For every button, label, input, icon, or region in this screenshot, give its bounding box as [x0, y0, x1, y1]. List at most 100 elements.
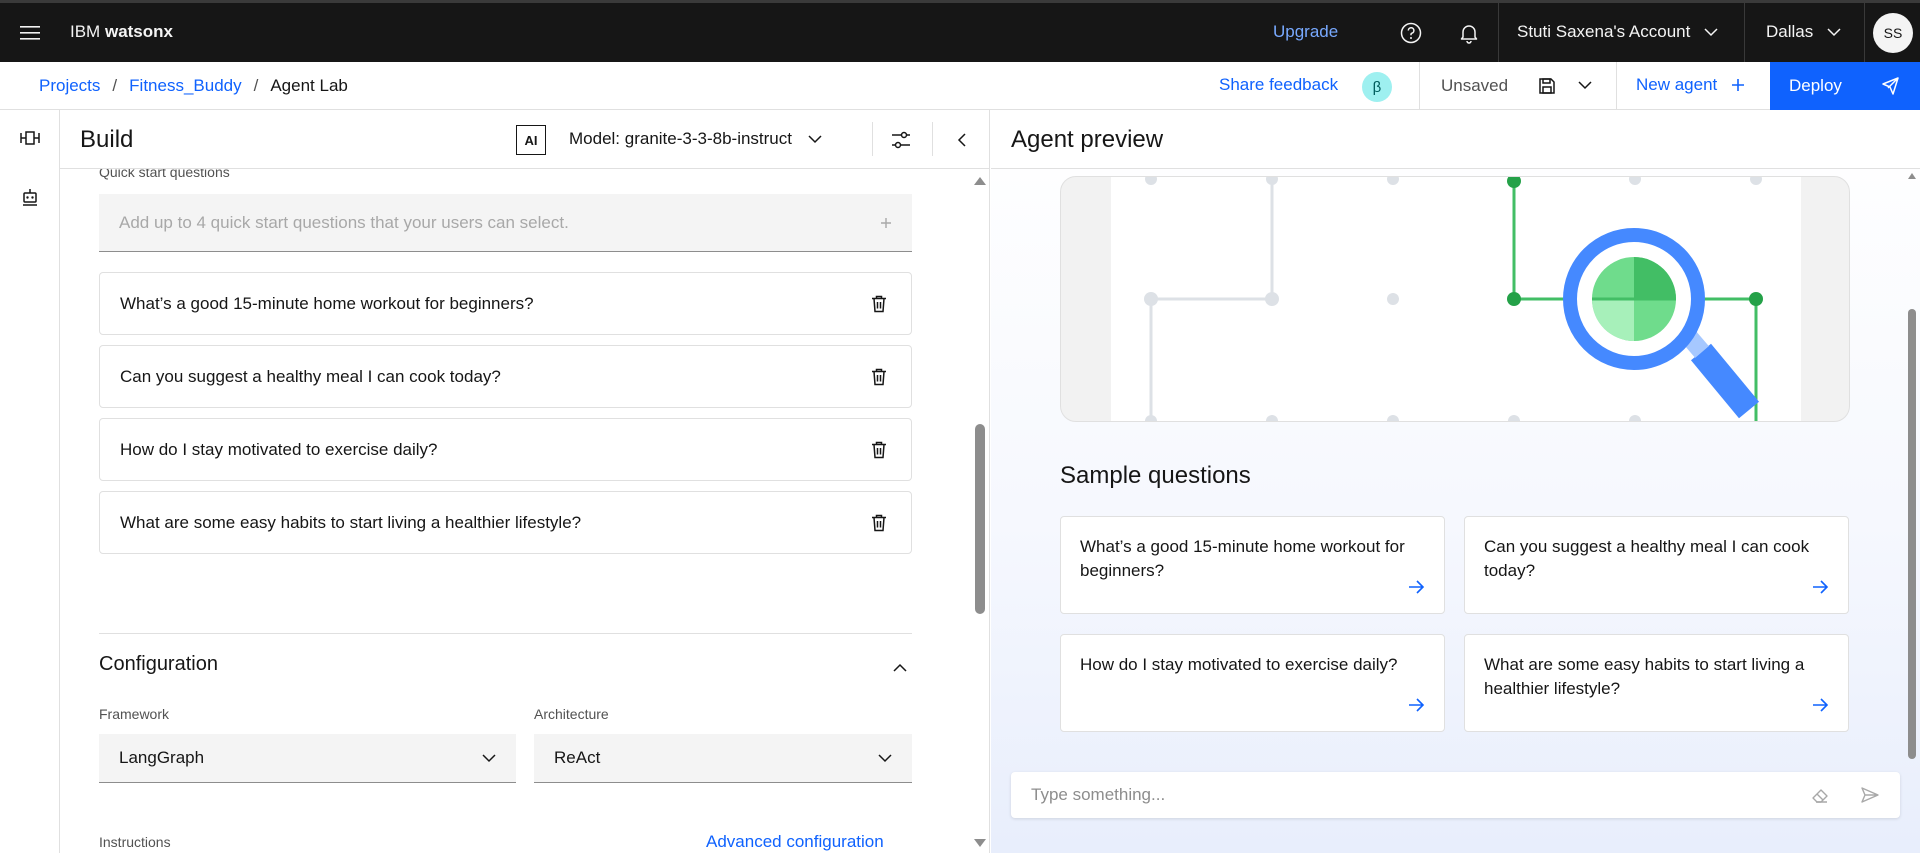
breadcrumb-separator: / — [112, 76, 118, 95]
chevron-down-icon — [1704, 27, 1718, 36]
upgrade-link[interactable]: Upgrade — [1273, 22, 1338, 42]
add-icon[interactable] — [880, 217, 892, 229]
quick-start-question-text: What are some easy habits to start livin… — [120, 512, 582, 532]
advanced-configuration-link[interactable]: Advanced configuration — [706, 832, 884, 852]
preview-scrollbar[interactable] — [1904, 169, 1920, 763]
avatar[interactable]: SS — [1873, 13, 1913, 53]
settings-adjust-icon[interactable] — [885, 124, 917, 156]
arrow-right-icon — [1409, 580, 1425, 594]
arrow-right-icon — [1409, 698, 1425, 712]
quick-start-placeholder: Add up to 4 quick start questions that y… — [119, 212, 569, 232]
account-name: Stuti Saxena's Account — [1517, 22, 1691, 41]
build-title: Build — [80, 126, 134, 153]
trash-icon[interactable] — [867, 511, 891, 535]
architecture-value: ReAct — [554, 748, 601, 767]
chevron-down-icon — [1827, 27, 1841, 36]
chevron-down-icon — [878, 753, 892, 762]
flow-icon[interactable] — [14, 122, 46, 154]
brand-logo[interactable]: IBM watsonx — [70, 22, 173, 42]
preview-title: Agent preview — [1011, 126, 1164, 153]
breadcrumb-agent-lab: Agent Lab — [270, 76, 348, 95]
agent-icon[interactable] — [14, 181, 46, 213]
scroll-up-icon[interactable] — [1908, 173, 1916, 179]
scrollbar-thumb[interactable] — [1908, 309, 1916, 759]
trash-icon[interactable] — [867, 365, 891, 389]
subheader-divider — [1419, 62, 1420, 110]
chevron-down-icon — [808, 134, 822, 143]
scrollbar-thumb[interactable] — [975, 424, 985, 614]
send-icon — [1882, 77, 1899, 95]
chat-placeholder: Type something... — [1031, 785, 1166, 804]
share-feedback-link[interactable]: Share feedback — [1219, 75, 1338, 95]
quick-start-question[interactable]: What are some easy habits to start livin… — [99, 491, 912, 554]
chat-input[interactable]: Type something... — [1011, 772, 1900, 818]
preview-header: Agent preview — [991, 110, 1920, 169]
framework-label: Framework — [99, 706, 170, 722]
eraser-icon[interactable] — [1810, 785, 1830, 805]
sample-question-text: What are some easy habits to start livin… — [1484, 655, 1805, 698]
quick-start-question[interactable]: What’s a good 15-minute home workout for… — [99, 272, 912, 335]
region-switcher[interactable]: Dallas — [1766, 22, 1841, 42]
sample-question-card[interactable]: Can you suggest a healthy meal I can coo… — [1464, 516, 1849, 614]
quick-start-question[interactable]: How do I stay motivated to exercise dail… — [99, 418, 912, 481]
new-agent-button[interactable]: New agent — [1636, 75, 1745, 95]
sample-question-text: How do I stay motivated to exercise dail… — [1080, 655, 1398, 674]
chevron-up-icon[interactable] — [888, 655, 912, 679]
trash-icon[interactable] — [867, 292, 891, 316]
chevron-down-icon — [482, 753, 496, 762]
build-panel: Quick start questions Add up to 4 quick … — [60, 110, 990, 853]
framework-select[interactable]: LangGraph — [99, 734, 516, 783]
quick-start-question-text: Can you suggest a healthy meal I can coo… — [120, 366, 501, 386]
sample-question-text: Can you suggest a healthy meal I can coo… — [1484, 537, 1810, 580]
breadcrumb-separator: / — [253, 76, 259, 95]
architecture-select[interactable]: ReAct — [534, 734, 912, 783]
breadcrumb-projects[interactable]: Projects — [39, 76, 100, 96]
breadcrumb: Projects / Fitness_Buddy / Agent Lab — [39, 76, 348, 96]
sample-questions-title: Sample questions — [1060, 462, 1251, 489]
configuration-title[interactable]: Configuration — [99, 653, 218, 676]
deploy-button[interactable]: Deploy — [1770, 62, 1920, 110]
add-icon — [1732, 79, 1745, 91]
deploy-label: Deploy — [1789, 76, 1842, 95]
sub-header: Projects / Fitness_Buddy / Agent Lab Sha… — [0, 62, 1920, 110]
quick-start-input[interactable]: Add up to 4 quick start questions that y… — [99, 194, 912, 252]
save-icon[interactable] — [1537, 76, 1557, 96]
header-divider — [1864, 3, 1865, 62]
notification-icon[interactable] — [1454, 18, 1484, 48]
save-status: Unsaved — [1441, 76, 1509, 95]
preview-illustration — [1060, 176, 1850, 422]
model-label: Model: granite-3-3-8b-instruct — [569, 129, 792, 148]
new-agent-label: New agent — [1636, 75, 1718, 94]
sample-question-card[interactable]: What are some easy habits to start livin… — [1464, 634, 1849, 732]
left-rail — [0, 110, 60, 853]
help-icon[interactable] — [1396, 18, 1426, 48]
account-switcher[interactable]: Stuti Saxena's Account — [1517, 22, 1718, 42]
brand-prefix: IBM — [70, 22, 101, 41]
quick-start-question-text: How do I stay motivated to exercise dail… — [120, 439, 438, 459]
scroll-up-icon[interactable] — [974, 177, 986, 185]
save-options-chevron-down-icon[interactable] — [1578, 81, 1592, 90]
instructions-label: Instructions — [99, 834, 171, 850]
build-header-divider — [872, 122, 873, 156]
sample-question-card[interactable]: What’s a good 15-minute home workout for… — [1060, 516, 1445, 614]
arrow-right-icon — [1813, 580, 1829, 594]
beta-badge: β — [1362, 72, 1392, 102]
agent-preview-panel: Agent preview Sample questions What’s a … — [991, 110, 1920, 853]
subheader-divider — [1616, 62, 1617, 110]
build-header: Build AI Model: granite-3-3-8b-instruct — [60, 110, 989, 169]
sample-question-card[interactable]: How do I stay motivated to exercise dail… — [1060, 634, 1445, 732]
menu-icon[interactable] — [14, 17, 46, 49]
send-icon[interactable] — [1860, 785, 1880, 805]
region-name: Dallas — [1766, 22, 1814, 41]
header-divider — [1744, 3, 1745, 62]
build-scrollbar[interactable] — [970, 169, 989, 853]
breadcrumb-fitness-buddy[interactable]: Fitness_Buddy — [129, 76, 241, 96]
quick-start-question-text: What’s a good 15-minute home workout for… — [120, 293, 534, 313]
build-header-divider — [932, 122, 933, 156]
scroll-down-icon[interactable] — [974, 839, 986, 847]
quick-start-question[interactable]: Can you suggest a healthy meal I can coo… — [99, 345, 912, 408]
framework-value: LangGraph — [119, 748, 205, 767]
chevron-left-icon[interactable] — [945, 124, 977, 156]
trash-icon[interactable] — [867, 438, 891, 462]
model-selector[interactable]: Model: granite-3-3-8b-instruct — [569, 129, 822, 149]
